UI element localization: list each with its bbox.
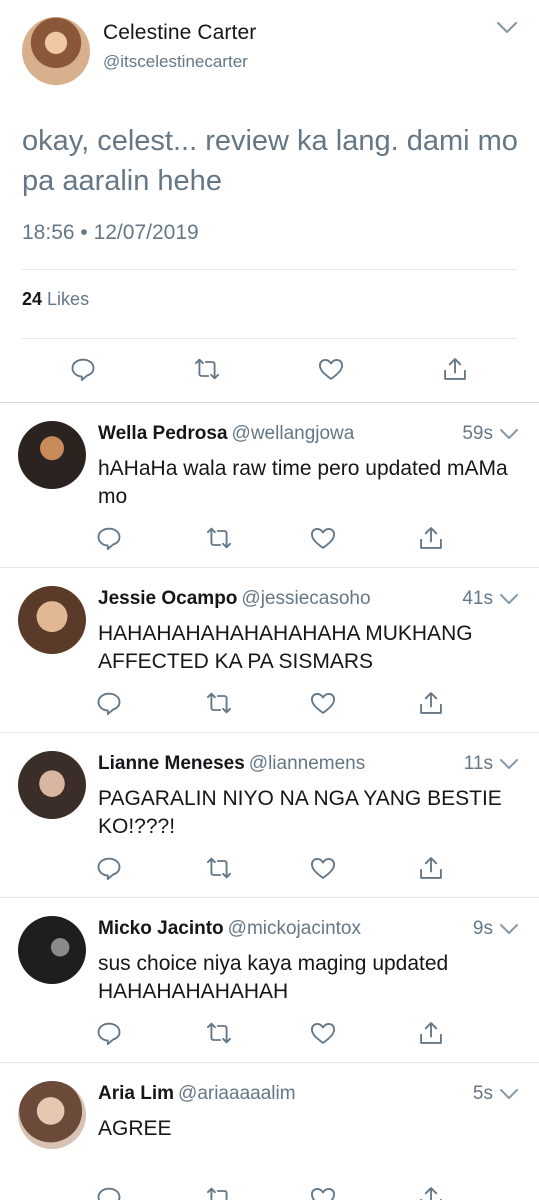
- main-tweet: Celestine Carter @itscelestinecarter oka…: [0, 0, 539, 403]
- reply-item[interactable]: Jessie Ocampo @jessiecasoho 41s HAHAHAHAH…: [0, 568, 539, 733]
- retweet-icon[interactable]: [205, 854, 233, 882]
- tweet-timestamp: 18:56 • 12/07/2019: [22, 221, 199, 244]
- like-icon[interactable]: [309, 854, 337, 882]
- reply-text: hAHaHa wala raw time pero updated mAMa m…: [98, 457, 508, 508]
- reply-icon[interactable]: [95, 854, 123, 882]
- reply-text: PAGARALIN NIYO NA NGA YANG BESTIE KO!???…: [98, 787, 502, 838]
- share-icon[interactable]: [417, 1184, 445, 1200]
- tweet-actions: [0, 355, 539, 389]
- reply-text: sus choice niya kaya maging updated HAHA…: [98, 952, 449, 1003]
- reply-actions: [0, 689, 539, 717]
- like-icon[interactable]: [309, 1019, 337, 1047]
- reply-author-name[interactable]: Wella Pedrosa: [98, 423, 228, 444]
- reply-avatar[interactable]: [18, 1081, 86, 1149]
- reply-author-handle[interactable]: @jessiecasoho: [241, 588, 370, 609]
- author-avatar[interactable]: [22, 17, 90, 85]
- reply-header: Micko Jacinto @mickojacintox 9s: [98, 918, 519, 942]
- reply-author-name[interactable]: Micko Jacinto: [98, 918, 224, 939]
- reply-item[interactable]: Wella Pedrosa @wellangjowa 59s hAHaHa wal…: [0, 403, 539, 568]
- reply-text: HAHAHAHAHAHAHAHAHA MUKHANG AFFECTED KA P…: [98, 622, 473, 673]
- reply-avatar[interactable]: [18, 421, 86, 489]
- replies-list: Wella Pedrosa @wellangjowa 59s hAHaHa wal…: [0, 403, 539, 1200]
- chevron-down-icon[interactable]: [499, 592, 519, 606]
- like-icon[interactable]: [309, 524, 337, 552]
- reply-avatar[interactable]: [18, 586, 86, 654]
- reply-text: AGREE: [98, 1117, 172, 1140]
- reply-icon[interactable]: [95, 689, 123, 717]
- likes-number: 24: [22, 289, 43, 309]
- chevron-down-icon[interactable]: [499, 922, 519, 936]
- like-icon[interactable]: [309, 689, 337, 717]
- reply-author-handle[interactable]: @wellangjowa: [232, 423, 355, 444]
- reply-header: Aria Lim @ariaaaaalim 5s: [98, 1083, 519, 1107]
- reply-actions: [0, 524, 539, 552]
- reply-author-name[interactable]: Lianne Meneses: [98, 753, 245, 774]
- chevron-down-icon[interactable]: [499, 427, 519, 441]
- reply-author-name[interactable]: Jessie Ocampo: [98, 588, 237, 609]
- reply-actions: [0, 1019, 539, 1047]
- author-name[interactable]: Celestine Carter: [103, 21, 256, 45]
- reply-header: Jessie Ocampo @jessiecasoho 41s: [98, 588, 519, 612]
- like-icon[interactable]: [309, 1184, 337, 1200]
- retweet-icon[interactable]: [205, 689, 233, 717]
- reply-actions: [0, 854, 539, 882]
- share-icon[interactable]: [441, 355, 469, 383]
- retweet-icon[interactable]: [205, 524, 233, 552]
- share-icon[interactable]: [417, 689, 445, 717]
- like-icon[interactable]: [317, 355, 345, 383]
- reply-header: Wella Pedrosa @wellangjowa 59s: [98, 423, 519, 447]
- reply-actions: [0, 1184, 539, 1200]
- reply-item[interactable]: Lianne Meneses @liannemens 11s PAGARALIN …: [0, 733, 539, 898]
- reply-icon[interactable]: [69, 355, 97, 383]
- share-icon[interactable]: [417, 854, 445, 882]
- share-icon[interactable]: [417, 1019, 445, 1047]
- chevron-down-icon[interactable]: [499, 1087, 519, 1101]
- reply-icon[interactable]: [95, 1184, 123, 1200]
- divider: [22, 269, 517, 270]
- reply-item[interactable]: Aria Lim @ariaaaaalim 5s AGREE: [0, 1063, 539, 1200]
- share-icon[interactable]: [417, 524, 445, 552]
- reply-item[interactable]: Micko Jacinto @mickojacintox 9s sus choic…: [0, 898, 539, 1063]
- reply-author-handle[interactable]: @liannemens: [249, 753, 365, 774]
- retweet-icon[interactable]: [205, 1019, 233, 1047]
- reply-author-handle[interactable]: @ariaaaaalim: [178, 1083, 296, 1104]
- reply-author-name[interactable]: Aria Lim: [98, 1083, 174, 1104]
- divider: [22, 338, 517, 339]
- reply-author-handle[interactable]: @mickojacintox: [228, 918, 361, 939]
- chevron-down-icon[interactable]: [496, 20, 518, 36]
- tweet-text: okay, celest... review ka lang. dami mo …: [22, 125, 518, 197]
- chevron-down-icon[interactable]: [499, 757, 519, 771]
- reply-icon[interactable]: [95, 1019, 123, 1047]
- retweet-icon[interactable]: [205, 1184, 233, 1200]
- author-handle[interactable]: @itscelestinecarter: [103, 52, 248, 72]
- retweet-icon[interactable]: [193, 355, 221, 383]
- likes-label: Likes: [47, 289, 90, 309]
- reply-avatar[interactable]: [18, 751, 86, 819]
- reply-avatar[interactable]: [18, 916, 86, 984]
- reply-header: Lianne Meneses @liannemens 11s: [98, 753, 519, 777]
- reply-icon[interactable]: [95, 524, 123, 552]
- likes-count[interactable]: 24 Likes: [22, 289, 89, 310]
